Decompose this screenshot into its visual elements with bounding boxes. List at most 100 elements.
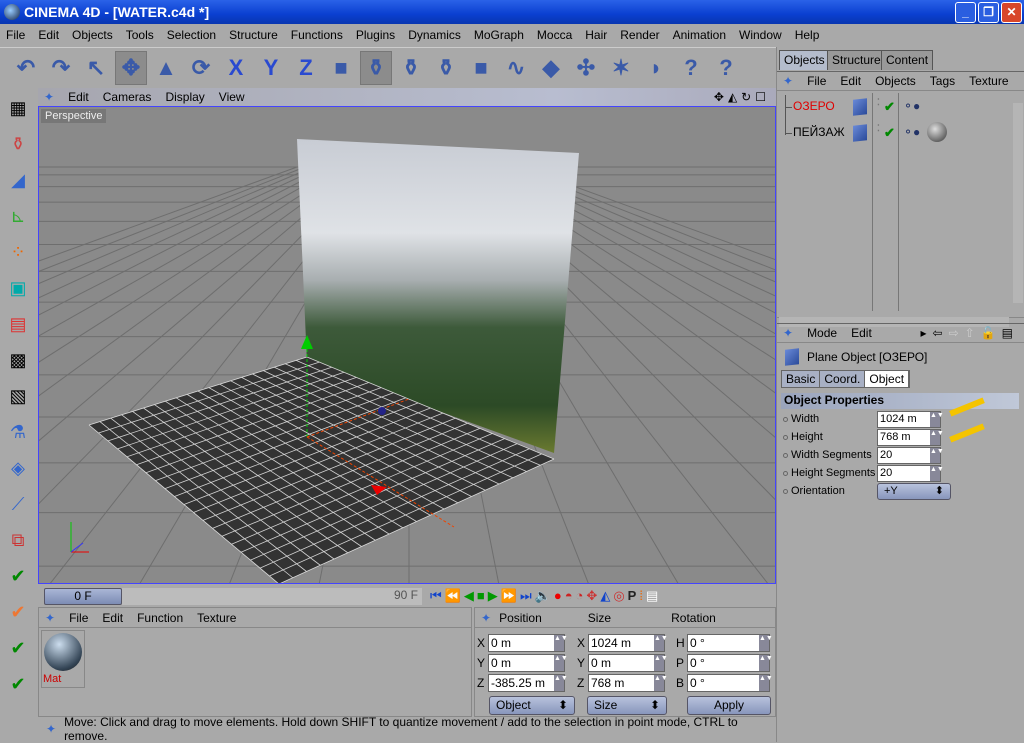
menu-hair[interactable]: Hair — [585, 28, 607, 42]
menu-mocca[interactable]: Mocca — [537, 28, 572, 42]
object-item-name[interactable]: ПЕЙЗАЖ — [793, 125, 845, 139]
attr-tab-coord[interactable]: Coord. — [820, 371, 866, 387]
current-frame-field[interactable]: 0 F — [44, 587, 122, 605]
arrow-right-icon[interactable]: ▸ — [920, 326, 932, 340]
autokey-icon[interactable]: ◓ — [565, 588, 573, 604]
menu-plugins[interactable]: Plugins — [356, 28, 395, 42]
menu-file[interactable]: File — [6, 28, 25, 42]
world-coords-icon[interactable]: ■ — [325, 51, 357, 85]
next-key-icon[interactable]: ⏩ — [501, 588, 517, 604]
spinner-icon[interactable]: ▲▼ — [654, 635, 668, 651]
coord-field[interactable]: 1024 m ▲▼ — [588, 634, 668, 652]
snap-icon[interactable]: ⧉ — [3, 524, 33, 557]
points-mode-icon[interactable]: ⁘ — [3, 236, 33, 269]
coord-field[interactable]: 0 ° ▲▼ — [687, 634, 773, 652]
minimize-button[interactable]: _ — [955, 2, 976, 23]
property-field[interactable]: 20 ▲▼ — [877, 465, 944, 482]
move-icon[interactable]: ✥ — [115, 50, 147, 85]
timeline-slider[interactable]: 90 F — [122, 587, 422, 605]
menu-render[interactable]: Render — [620, 28, 659, 42]
menu-edit[interactable]: Edit — [38, 28, 59, 42]
spline-icon[interactable]: ∿ — [500, 51, 532, 85]
new-panel-icon[interactable]: ▤ — [1002, 326, 1019, 340]
objects-menu-file[interactable]: File — [807, 74, 826, 88]
axis-tool-icon[interactable]: ⊾ — [3, 200, 33, 233]
objects-menu-objects[interactable]: Objects — [875, 74, 916, 88]
spinner-icon[interactable]: ▲▼ — [554, 635, 568, 651]
menu-functions[interactable]: Functions — [291, 28, 343, 42]
coord-field[interactable]: -385.25 m ▲▼ — [488, 674, 568, 692]
spinner-icon[interactable]: ▲▼ — [930, 412, 944, 427]
rotate-view-icon[interactable]: ↻ — [741, 90, 755, 104]
tab-content[interactable]: Content — [881, 50, 934, 70]
tab-objects[interactable]: Objects — [779, 50, 830, 70]
objects-menu-tags[interactable]: Tags — [930, 74, 955, 88]
menu-structure[interactable]: Structure — [229, 28, 278, 42]
goto-start-icon[interactable]: ⏮ — [430, 588, 442, 604]
property-field[interactable]: 20 ▲▼ — [877, 447, 944, 464]
close-button[interactable]: ✕ — [1001, 2, 1022, 23]
size-mode-select[interactable]: Size ⬍ — [587, 696, 667, 715]
render-region-icon[interactable]: ⚱ — [395, 51, 427, 85]
paint-icon[interactable]: ⚗ — [3, 416, 33, 449]
material-enable-icon[interactable]: ✔ — [3, 596, 33, 629]
material-swatch[interactable]: Mat — [41, 630, 85, 688]
menu-animation[interactable]: Animation — [673, 28, 726, 42]
spinner-icon[interactable]: ▲▼ — [930, 448, 944, 463]
objects-menu-texture[interactable]: Texture — [969, 74, 1008, 88]
spinner-icon[interactable]: ▲▼ — [654, 675, 668, 691]
texture-tag-icon[interactable]: ⚬● — [903, 99, 920, 113]
rotate-icon[interactable]: ⟳ — [185, 51, 217, 85]
coord-field[interactable]: 0 m ▲▼ — [588, 654, 668, 672]
spinner-icon[interactable]: ▲▼ — [654, 655, 668, 671]
material-menu-file[interactable]: File — [69, 611, 88, 625]
viewport-menu-edit[interactable]: Edit — [68, 90, 89, 104]
layout-icon[interactable]: ▦ — [3, 92, 33, 125]
property-field[interactable]: 768 m ▲▼ — [877, 429, 944, 446]
scale-icon[interactable]: ▲ — [150, 51, 182, 85]
zoom-view-icon[interactable]: ◭ — [728, 90, 741, 104]
menu-objects[interactable]: Objects — [72, 28, 113, 42]
x-axis-icon[interactable]: X — [220, 51, 252, 85]
back-icon[interactable]: ⇦ — [933, 326, 949, 340]
workplane-icon[interactable]: ◈ — [3, 452, 33, 485]
redo-icon[interactable]: ↷ — [45, 51, 77, 85]
coord-field[interactable]: 0 ° ▲▼ — [687, 674, 773, 692]
play-icon[interactable]: ▶ — [488, 588, 498, 604]
tree-scrollbar[interactable] — [1013, 103, 1023, 303]
render-view-icon[interactable]: ⚱ — [360, 50, 392, 85]
objects-menu-edit[interactable]: Edit — [840, 74, 861, 88]
viewport-menu-view[interactable]: View — [219, 90, 245, 104]
spinner-icon[interactable]: ▲▼ — [759, 675, 773, 691]
y-axis-icon[interactable]: Y — [255, 51, 287, 85]
visibility-dots-icon[interactable]: ⁚ — [877, 97, 880, 108]
pos-key-icon[interactable]: ✥ — [586, 588, 597, 604]
spinner-icon[interactable]: ▲▼ — [930, 430, 944, 445]
restore-button[interactable]: ❐ — [978, 2, 999, 23]
keyframe-selection-icon[interactable]: ◔ — [576, 588, 584, 604]
light-icon[interactable]: ✶ — [605, 51, 637, 85]
material-menu-texture[interactable]: Texture — [197, 611, 236, 625]
menu-tools[interactable]: Tools — [126, 28, 154, 42]
menu-mograph[interactable]: MoGraph — [474, 28, 524, 42]
enabled-check-icon[interactable]: ✔ — [884, 99, 895, 115]
menu-window[interactable]: Window — [739, 28, 782, 42]
attributes-menu-mode[interactable]: Mode — [807, 326, 837, 340]
array-icon[interactable]: ✣ — [570, 51, 602, 85]
spinner-icon[interactable]: ▲▼ — [759, 655, 773, 671]
coord-mode-select[interactable]: Object ⬍ — [489, 696, 575, 715]
polygons-mode-icon[interactable]: ▤ — [3, 308, 33, 341]
spinner-icon[interactable]: ▲▼ — [554, 675, 568, 691]
pla-key-icon[interactable]: ⁞ — [639, 588, 643, 604]
bowl-enable-icon[interactable]: ✔ — [3, 632, 33, 665]
forward-icon[interactable]: ⇨ — [949, 326, 965, 340]
texture-mode-icon[interactable]: ▩ — [3, 344, 33, 377]
up-icon[interactable]: ⇧ — [965, 326, 981, 340]
object-item-name[interactable]: ОЗЕРО — [793, 99, 835, 113]
enable-object-icon[interactable]: ✔ — [3, 560, 33, 593]
keymode-icon[interactable]: ▤ — [646, 588, 658, 604]
coord-field[interactable]: 768 m ▲▼ — [588, 674, 668, 692]
goto-end-icon[interactable]: ⏭ — [520, 588, 532, 604]
spinner-icon[interactable]: ▲▼ — [930, 466, 944, 481]
select-pointer-icon[interactable]: ↖ — [80, 51, 112, 85]
